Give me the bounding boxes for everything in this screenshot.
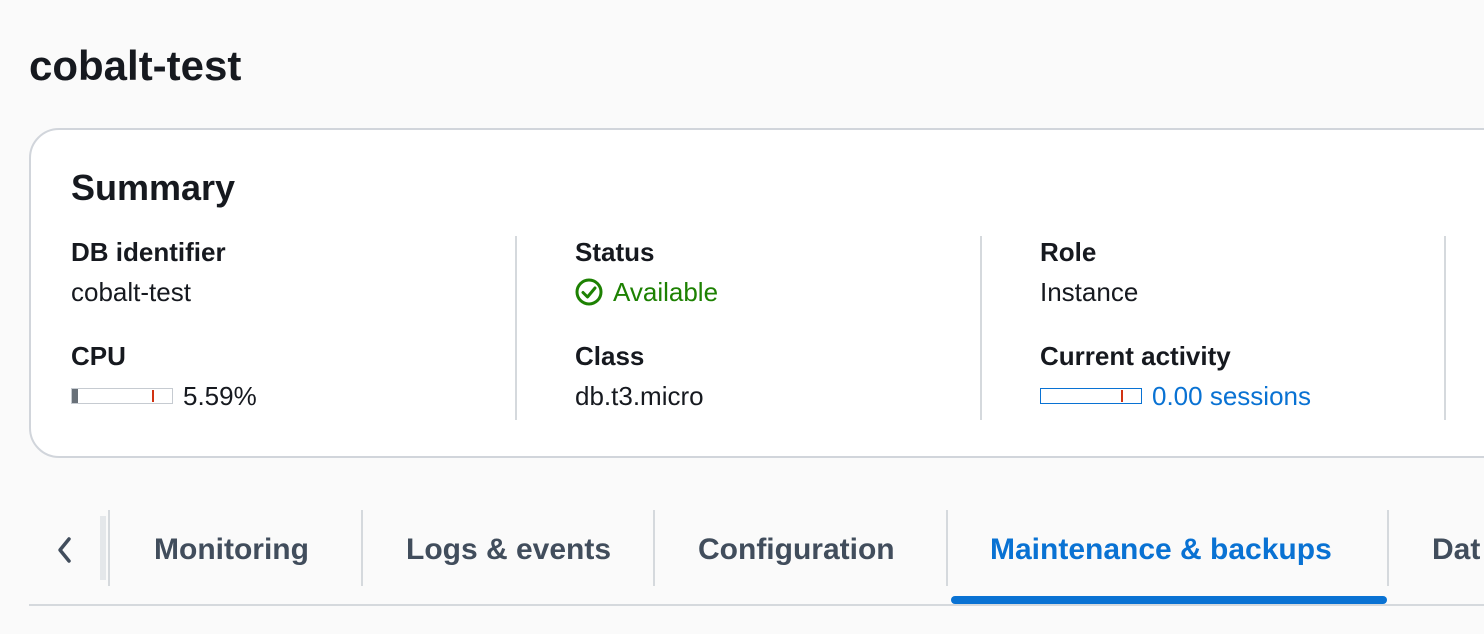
tab-scroll-shadow (100, 516, 106, 580)
page-title: cobalt-test (29, 42, 242, 89)
tab-logs-events[interactable]: Logs & events (406, 530, 611, 570)
column-divider (980, 236, 982, 420)
class-label: Class (575, 341, 645, 371)
column-divider (1444, 236, 1446, 420)
tab-data[interactable]: Dat (1432, 530, 1480, 570)
cpu-value: 5.59% (183, 381, 257, 411)
current-activity-label: Current activity (1040, 341, 1231, 371)
cpu-meter (71, 388, 173, 404)
column-divider (515, 236, 517, 420)
check-circle-icon (575, 278, 603, 306)
db-identifier-field: DB identifier cobalt-test (71, 236, 511, 308)
tab-monitoring[interactable]: Monitoring (154, 530, 309, 570)
current-activity-field: Current activity 0.00 sessions (1040, 340, 1440, 412)
rds-instance-page: cobalt-test Summary DB identifier cobalt… (0, 0, 1484, 634)
cpu-meter-threshold (152, 390, 154, 402)
summary-column-2: Status Available Class db.t3.micro (575, 236, 975, 420)
activity-meter-threshold (1121, 390, 1123, 402)
summary-column-1: DB identifier cobalt-test CPU 5.59% (71, 236, 511, 420)
current-activity-link[interactable]: 0.00 sessions (1152, 380, 1311, 412)
tab-separator (108, 510, 110, 586)
summary-column-3: Role Instance Current activity 0.00 sess… (1040, 236, 1440, 420)
class-value: db.t3.micro (575, 381, 704, 411)
status-label: Status (575, 237, 655, 267)
tab-separator (361, 510, 363, 586)
role-value: Instance (1040, 277, 1139, 307)
tab-separator (946, 510, 948, 586)
tabs-baseline (29, 604, 1484, 606)
role-label: Role (1040, 237, 1097, 267)
tab-bar: Monitoring Logs & events Configuration M… (29, 510, 1484, 606)
db-identifier-value: cobalt-test (71, 277, 191, 307)
current-activity-value-row: 0.00 sessions (1040, 380, 1440, 412)
cpu-value-row: 5.59% (71, 380, 511, 412)
tab-separator (653, 510, 655, 586)
role-field: Role Instance (1040, 236, 1440, 308)
activity-meter (1040, 388, 1142, 404)
db-identifier-label: DB identifier (71, 237, 226, 267)
tab-separator (1387, 510, 1389, 586)
chevron-left-icon (58, 537, 71, 563)
cpu-label: CPU (71, 341, 126, 371)
tab-configuration[interactable]: Configuration (698, 530, 895, 570)
summary-title: Summary (71, 167, 236, 208)
summary-panel: Summary DB identifier cobalt-test CPU 5.… (29, 128, 1484, 458)
cpu-field: CPU 5.59% (71, 340, 511, 412)
tab-maintenance-backups[interactable]: Maintenance & backups (990, 530, 1332, 570)
tab-scroll-left-button[interactable] (47, 530, 83, 570)
status-value: Available (613, 277, 719, 307)
class-field: Class db.t3.micro (575, 340, 975, 412)
status-field: Status Available (575, 236, 975, 308)
status-value-row: Available (575, 276, 975, 308)
active-tab-indicator (951, 596, 1387, 604)
cpu-meter-fill (72, 389, 78, 403)
